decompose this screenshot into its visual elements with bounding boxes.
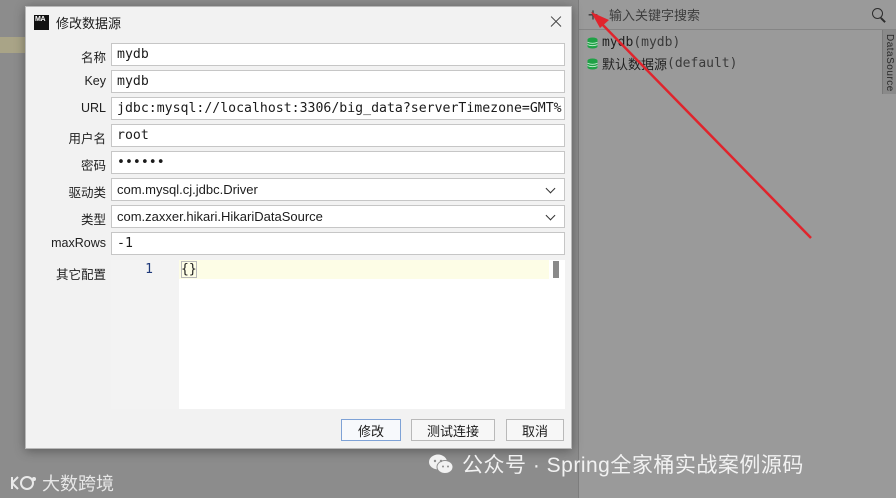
- dialog-titlebar: MA 修改数据源: [26, 7, 571, 37]
- other-config-label: 其它配置: [55, 268, 106, 282]
- name-label: 名称: [80, 51, 106, 65]
- maxrows-field[interactable]: -1: [111, 232, 565, 255]
- datasource-side-tab[interactable]: DataSource: [882, 30, 896, 94]
- maxrows-label: maxRows: [51, 236, 106, 250]
- form-row-url: URL jdbc:mysql://localhost:3306/big_data…: [26, 97, 573, 120]
- tree-item-label: 默认数据源: [602, 57, 668, 72]
- cancel-button[interactable]: 取消: [506, 419, 564, 441]
- datasource-panel: + 输入关键字搜索 mydb (mydb) 默认数据源 (default) Data…: [578, 0, 896, 498]
- type-select-value: com.zaxxer.hikari.HikariDataSource: [117, 209, 323, 224]
- form-row-type: 类型 com.zaxxer.hikari.HikariDataSource: [26, 205, 573, 228]
- password-field[interactable]: ••••••: [111, 151, 565, 174]
- editor-scrollbar[interactable]: [553, 261, 559, 278]
- tree-item-mydb[interactable]: mydb (mydb): [587, 32, 866, 53]
- other-config-editor[interactable]: 1 {}: [111, 260, 565, 409]
- line-number: 1: [145, 262, 153, 277]
- editor-code[interactable]: {}: [181, 262, 197, 277]
- test-connection-button[interactable]: 测试连接: [411, 419, 495, 441]
- password-label: 密码: [80, 159, 106, 173]
- wechat-icon: [429, 454, 454, 474]
- add-datasource-icon[interactable]: +: [581, 6, 605, 24]
- watermark-left-text: 大数跨境: [42, 474, 114, 494]
- driver-label: 驱动类: [68, 186, 106, 200]
- form-row-driver: 驱动类 com.mysql.cj.jdbc.Driver: [26, 178, 573, 201]
- side-tab-label: DataSource: [884, 34, 895, 92]
- editor-highlight-strip: [0, 37, 26, 53]
- watermark-right-text: 公众号 · Spring全家桶实战案例源码: [462, 454, 804, 477]
- url-label: URL: [80, 101, 106, 115]
- username-label: 用户名: [68, 132, 106, 146]
- chevron-down-icon[interactable]: [546, 185, 556, 195]
- url-field[interactable]: jdbc:mysql://localhost:3306/big_data?ser…: [111, 97, 565, 120]
- datasource-panel-header: + 输入关键字搜索: [579, 0, 896, 30]
- database-icon: [587, 37, 598, 49]
- form-row-maxrows: maxRows -1: [26, 232, 573, 255]
- key-label: Key: [84, 74, 106, 88]
- close-icon[interactable]: [547, 13, 565, 31]
- editor-gutter: 1: [111, 260, 179, 409]
- form-row-password: 密码 ••••••: [26, 151, 573, 174]
- dialog-title: 修改数据源: [56, 15, 122, 31]
- tree-item-label: mydb: [602, 35, 634, 50]
- username-field[interactable]: root: [111, 124, 565, 147]
- form-row-name: 名称 mydb: [26, 43, 573, 66]
- form-row-username: 用户名 root: [26, 124, 573, 147]
- form-row-key: Key mydb: [26, 70, 573, 93]
- chevron-down-icon[interactable]: [546, 212, 556, 222]
- tree-item-default[interactable]: 默认数据源 (default): [587, 53, 866, 74]
- tree-item-detail: (mydb): [633, 35, 681, 50]
- watermark-left: 大数跨境: [8, 470, 114, 496]
- name-field[interactable]: mydb: [111, 43, 565, 66]
- tree-item-detail: (default): [667, 56, 738, 71]
- watermark-logo-icon: [8, 473, 38, 493]
- type-select[interactable]: com.zaxxer.hikari.HikariDataSource: [111, 205, 565, 228]
- search-icon[interactable]: [868, 4, 890, 26]
- database-icon: [587, 58, 598, 70]
- modify-button[interactable]: 修改: [341, 419, 401, 441]
- driver-select-value: com.mysql.cj.jdbc.Driver: [117, 182, 258, 197]
- driver-select[interactable]: com.mysql.cj.jdbc.Driver: [111, 178, 565, 201]
- type-label: 类型: [80, 213, 106, 227]
- datasource-tree: mydb (mydb) 默认数据源 (default): [587, 32, 866, 74]
- key-field[interactable]: mydb: [111, 70, 565, 93]
- watermark-right: 公众号 · Spring全家桶实战案例源码: [428, 449, 804, 479]
- edit-datasource-dialog: MA 修改数据源 名称 mydb Key mydb URL jdbc:mysql…: [25, 6, 572, 449]
- editor-current-line: {}: [179, 260, 549, 279]
- app-logo-icon: MA: [34, 14, 49, 30]
- datasource-search-input[interactable]: 输入关键字搜索: [605, 5, 868, 24]
